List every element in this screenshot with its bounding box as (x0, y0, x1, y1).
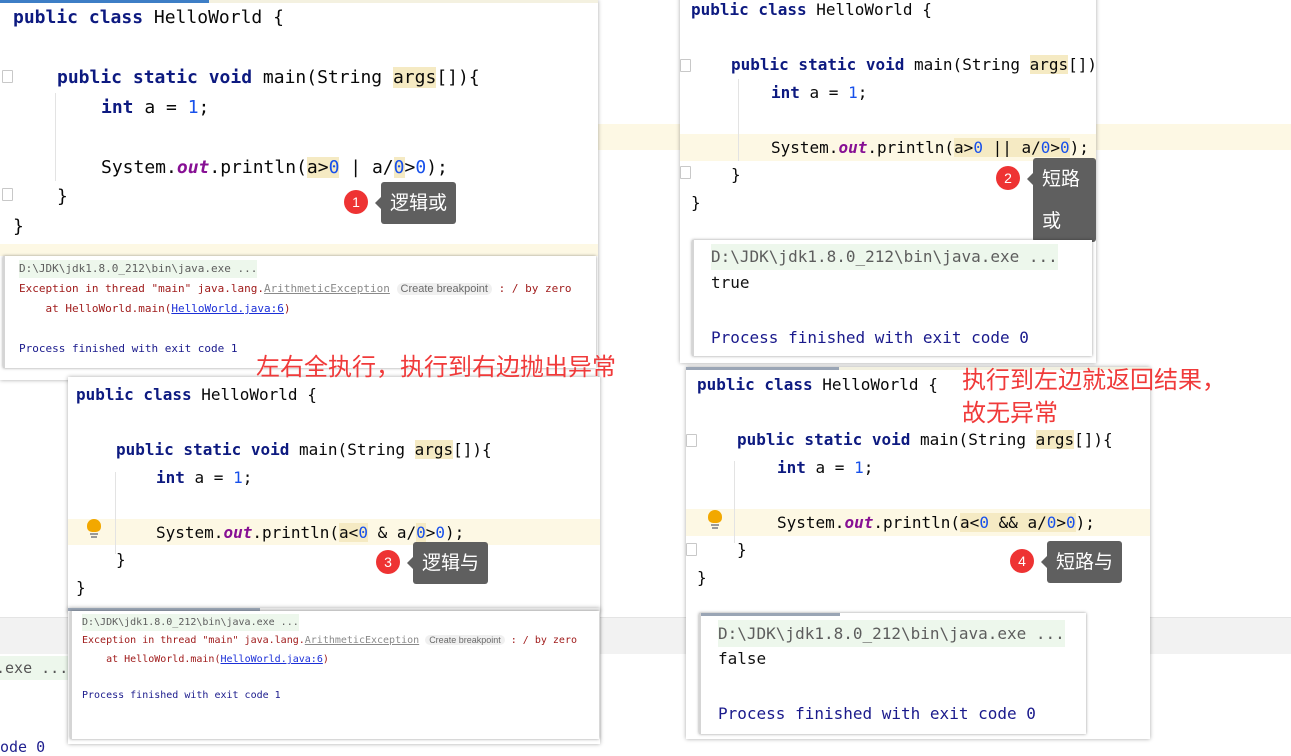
active-tab-indicator (0, 0, 210, 3)
lightbulb-icon[interactable] (708, 510, 722, 530)
step-badge: 2 (996, 166, 1020, 190)
active-tab-indicator (686, 367, 840, 370)
console-finish: Process finished with exit code 0 (711, 328, 1029, 347)
console-exception: Exception in thread "main" java.lang.Ari… (82, 635, 577, 646)
console-popup-short-circuit-and: D:\JDK\jdk1.8.0_212\bin\java.exe ... fal… (699, 613, 1086, 734)
code-line-int: int a = 1; (777, 458, 874, 477)
indent-guide (738, 79, 739, 161)
code-line-close-class: } (691, 193, 701, 212)
code-line-close-class: } (697, 568, 707, 587)
annotation-right-explanation-line1: 执行到左边就返回结果， (962, 366, 1226, 394)
code-line-close-method: } (731, 165, 741, 184)
exception-class-link[interactable]: ArithmeticException (305, 635, 419, 646)
background-exit-code: ode 0 (0, 738, 46, 756)
current-line-highlight (0, 244, 598, 256)
code-line-close-method: } (57, 186, 68, 207)
code-line-int: int a = 1; (101, 97, 210, 118)
active-tab-indicator (701, 613, 840, 616)
annotation-left-explanation: 左右全执行，执行到右边抛出异常 (256, 353, 616, 381)
console-command: D:\JDK\jdk1.8.0_212\bin\java.exe ... (711, 244, 1058, 270)
code-line-class: public class HelloWorld { (13, 7, 284, 28)
indent-guide (734, 461, 735, 543)
code-line-int: int a = 1; (771, 83, 868, 102)
source-link[interactable]: HelloWorld.java:6 (171, 302, 284, 315)
console-output: false (718, 649, 767, 668)
code-line-println: System.out.println(a>0 || a/0>0); (771, 138, 1089, 157)
annotation-tooltip: 短路或 (1027, 158, 1096, 242)
step-badge: 3 (376, 550, 400, 574)
create-breakpoint-button[interactable]: Create breakpoint (425, 635, 505, 645)
code-line-int: int a = 1; (156, 468, 253, 487)
code-line-println: System.out.println(a>0 | a/0>0); (101, 157, 448, 178)
code-line-println: System.out.println(a<0 && a/0>0); (777, 513, 1095, 532)
step-badge: 1 (344, 190, 368, 214)
console-command: D:\JDK\jdk1.8.0_212\bin\java.exe ... (19, 260, 258, 278)
fold-close-icon[interactable] (680, 166, 691, 179)
code-line-class: public class HelloWorld { (697, 375, 938, 394)
code-line-main: public static void main(String args[]){ (731, 55, 1096, 74)
code-line-close-method: } (737, 540, 747, 559)
code-line-close-class: } (13, 216, 24, 237)
background-console-command: .exe ... (0, 656, 68, 680)
code-line-close-method: } (116, 550, 126, 569)
code-line-println: System.out.println(a<0 & a/0>0); (156, 523, 465, 542)
editor-tab-strip[interactable] (0, 0, 598, 3)
source-link[interactable]: HelloWorld.java:6 (220, 654, 322, 665)
console-finish: Process finished with exit code 1 (82, 690, 281, 701)
code-line-main: public static void main(String args[]){ (737, 430, 1113, 449)
create-breakpoint-button[interactable]: Create breakpoint (396, 283, 492, 295)
console-exception: Exception in thread "main" java.lang.Ari… (19, 282, 572, 295)
annotation-tooltip: 逻辑或 (374, 182, 457, 224)
indent-guide (55, 93, 56, 181)
indent-guide (115, 472, 116, 554)
console-popup-short-circuit-or: D:\JDK\jdk1.8.0_212\bin\java.exe ... tru… (692, 240, 1092, 356)
fold-close-icon[interactable] (2, 188, 13, 201)
fold-open-icon[interactable] (2, 70, 13, 83)
step-badge: 4 (1010, 549, 1034, 573)
fold-close-icon[interactable] (686, 543, 697, 556)
console-finish: Process finished with exit code 0 (718, 704, 1036, 723)
code-line-close-class: } (76, 578, 86, 597)
exception-class-link[interactable]: ArithmeticException (264, 282, 390, 295)
console-stacktrace: at HelloWorld.main(HelloWorld.java:6) (82, 654, 329, 665)
console-command: D:\JDK\jdk1.8.0_212\bin\java.exe ... (718, 620, 1065, 647)
annotation-tooltip: 逻辑与 (406, 542, 489, 584)
code-line-class: public class HelloWorld { (691, 0, 932, 19)
code-line-main: public static void main(String args[]){ (57, 67, 480, 88)
annotation-tooltip: 短路与 (1040, 541, 1123, 583)
console-tab-strip[interactable] (701, 613, 1086, 616)
editor-panel-logical-and: public class HelloWorld { public static … (68, 377, 600, 612)
fold-open-icon[interactable] (686, 434, 697, 447)
code-line-class: public class HelloWorld { (76, 385, 317, 404)
console-stacktrace: at HelloWorld.main(HelloWorld.java:6) (19, 302, 291, 315)
lightbulb-icon[interactable] (87, 519, 101, 539)
code-line-main: public static void main(String args[]){ (116, 440, 492, 459)
console-finish: Process finished with exit code 1 (19, 342, 238, 355)
annotation-right-explanation-line2: 故无异常 (962, 399, 1058, 427)
console-output: true (711, 273, 750, 292)
console-command: D:\JDK\jdk1.8.0_212\bin\java.exe ... (82, 614, 299, 631)
fold-open-icon[interactable] (680, 59, 691, 72)
console-popup-logical-and: D:\JDK\jdk1.8.0_212\bin\java.exe ... Exc… (70, 611, 599, 739)
